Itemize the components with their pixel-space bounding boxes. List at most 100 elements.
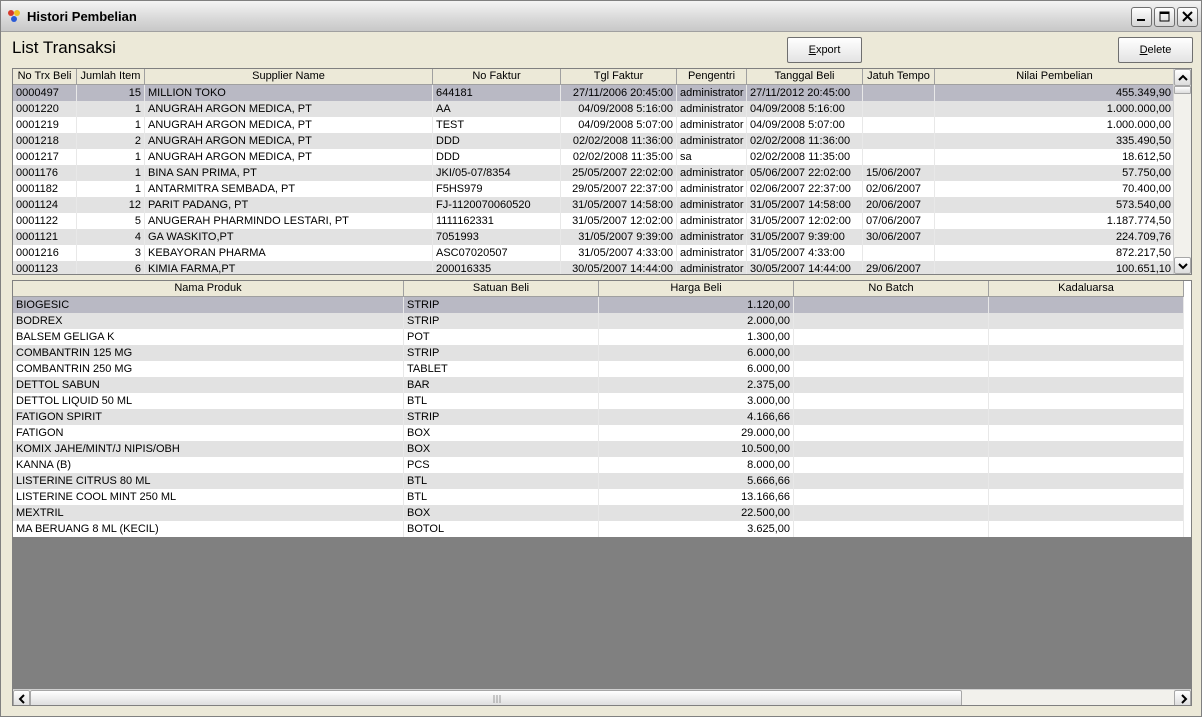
transactions-table[interactable]: No Trx Beli Jumlah Item Supplier Name No Fa… bbox=[12, 68, 1192, 275]
maximize-button[interactable] bbox=[1154, 7, 1175, 27]
transaction-cell: PARIT PADANG, PT bbox=[145, 197, 433, 213]
transaction-row[interactable]: 0001176 1 BINA SAN PRIMA, PT JKI/05-07/8354… bbox=[13, 165, 1175, 181]
product-cell: COMBANTRIN 125 MG bbox=[13, 345, 404, 361]
transaction-column-header[interactable]: No Faktur bbox=[433, 69, 561, 85]
delete-button[interactable]: Delete bbox=[1118, 37, 1193, 63]
product-row[interactable]: KANNA (B) PCS 8.000,00 bbox=[13, 457, 1184, 473]
transaction-cell: 1.187.774,50 bbox=[935, 213, 1175, 229]
product-cell: 22.500,00 bbox=[599, 505, 794, 521]
transaction-cell: 02/02/2008 11:35:00 bbox=[561, 149, 677, 165]
transaction-row[interactable]: 0001216 3 KEBAYORAN PHARMA ASC07020507 31/05… bbox=[13, 245, 1175, 261]
product-cell: STRIP bbox=[404, 409, 599, 425]
transaction-row[interactable]: 0001124 12 PARIT PADANG, PT FJ-112007006052… bbox=[13, 197, 1175, 213]
product-row[interactable]: DETTOL SABUN BAR 2.375,00 bbox=[13, 377, 1184, 393]
transaction-row[interactable]: 0001122 5 ANUGERAH PHARMINDO LESTARI, PT 11… bbox=[13, 213, 1175, 229]
arrow-up-icon bbox=[1178, 74, 1188, 81]
transaction-cell: 5 bbox=[77, 213, 145, 229]
product-row[interactable]: BODREX STRIP 2.000,00 bbox=[13, 313, 1184, 329]
transaction-row[interactable]: 0001218 2 ANUGRAH ARGON MEDICA, PT DDD 02/02… bbox=[13, 133, 1175, 149]
transaction-cell: administrator bbox=[677, 213, 747, 229]
product-column-header[interactable]: Satuan Beli bbox=[404, 281, 599, 297]
transaction-cell: 07/06/2007 bbox=[863, 213, 935, 229]
transaction-cell: 1 bbox=[77, 101, 145, 117]
product-cell bbox=[794, 345, 989, 361]
scroll-right-button[interactable] bbox=[1174, 690, 1191, 705]
transaction-cell: administrator bbox=[677, 245, 747, 261]
transaction-cell: 31/05/2007 14:58:00 bbox=[561, 197, 677, 213]
transaction-row[interactable]: 0001220 1 ANUGRAH ARGON MEDICA, PT AA 04/09/… bbox=[13, 101, 1175, 117]
transaction-cell: 31/05/2007 9:39:00 bbox=[747, 229, 863, 245]
transaction-row[interactable]: 0000497 15 MILLION TOKO 644181 27/11/2006 20… bbox=[13, 85, 1175, 101]
product-cell: BOX bbox=[404, 425, 599, 441]
minimize-button[interactable] bbox=[1131, 7, 1152, 27]
product-row[interactable]: BIOGESIC STRIP 1.120,00 bbox=[13, 297, 1184, 313]
product-cell bbox=[794, 393, 989, 409]
product-row[interactable]: COMBANTRIN 125 MG STRIP 6.000,00 bbox=[13, 345, 1184, 361]
empty-grid-area bbox=[13, 537, 1191, 689]
transaction-cell: ANUGERAH PHARMINDO LESTARI, PT bbox=[145, 213, 433, 229]
transaction-column-header[interactable]: Jumlah Item bbox=[77, 69, 145, 85]
transaction-cell: 30/05/2007 14:44:00 bbox=[561, 261, 677, 274]
transaction-cell: 29/06/2007 bbox=[863, 261, 935, 274]
transaction-row[interactable]: 0001182 1 ANTARMITRA SEMBADA, PT F5HS979 29/… bbox=[13, 181, 1175, 197]
product-row[interactable]: FATIGON BOX 29.000,00 bbox=[13, 425, 1184, 441]
product-cell bbox=[794, 505, 989, 521]
product-cell: MA BERUANG 8 ML (KECIL) bbox=[13, 521, 404, 537]
transaction-cell: administrator bbox=[677, 165, 747, 181]
transaction-cell: 31/05/2007 12:02:00 bbox=[561, 213, 677, 229]
products-horizontal-scrollbar[interactable] bbox=[13, 689, 1191, 705]
transaction-column-header[interactable]: No Trx Beli bbox=[13, 69, 77, 85]
transaction-cell: 30/05/2007 14:44:00 bbox=[747, 261, 863, 274]
transaction-cell: ANTARMITRA SEMBADA, PT bbox=[145, 181, 433, 197]
product-cell bbox=[989, 489, 1184, 505]
products-table[interactable]: Nama Produk Satuan Beli Harga Beli No Batch… bbox=[12, 280, 1192, 706]
transaction-row[interactable]: 0001217 1 ANUGRAH ARGON MEDICA, PT DDD 02/02… bbox=[13, 149, 1175, 165]
transaction-row[interactable]: 0001121 4 GA WASKITO,PT 7051993 31/05/2007 9… bbox=[13, 229, 1175, 245]
transaction-cell: 15 bbox=[77, 85, 145, 101]
product-row[interactable]: KOMIX JAHE/MINT/J NIPIS/OBH BOX 10.500,00 bbox=[13, 441, 1184, 457]
products-header: Nama Produk Satuan Beli Harga Beli No Batch… bbox=[13, 281, 1184, 297]
product-row[interactable]: DETTOL LIQUID 50 ML BTL 3.000,00 bbox=[13, 393, 1184, 409]
product-cell bbox=[989, 297, 1184, 313]
scroll-thumb[interactable] bbox=[1174, 86, 1191, 94]
transaction-column-header[interactable]: Supplier Name bbox=[145, 69, 433, 85]
scroll-down-button[interactable] bbox=[1174, 257, 1191, 274]
product-row[interactable]: COMBANTRIN 250 MG TABLET 6.000,00 bbox=[13, 361, 1184, 377]
product-column-header[interactable]: No Batch bbox=[794, 281, 989, 297]
product-row[interactable]: LISTERINE CITRUS 80 ML BTL 5.666,66 bbox=[13, 473, 1184, 489]
scroll-left-button[interactable] bbox=[13, 690, 30, 705]
transaction-cell: ANUGRAH ARGON MEDICA, PT bbox=[145, 101, 433, 117]
close-button[interactable] bbox=[1177, 7, 1198, 27]
transaction-column-header[interactable]: Nilai Pembelian bbox=[935, 69, 1175, 85]
transaction-column-header[interactable]: Tgl Faktur bbox=[561, 69, 677, 85]
transaction-column-header[interactable]: Tanggal Beli bbox=[747, 69, 863, 85]
product-row[interactable]: FATIGON SPIRIT STRIP 4.166,66 bbox=[13, 409, 1184, 425]
transaction-row[interactable]: 0001123 6 KIMIA FARMA,PT 200016335 30/05/200… bbox=[13, 261, 1175, 274]
product-cell: 6.000,00 bbox=[599, 361, 794, 377]
product-cell: LISTERINE COOL MINT 250 ML bbox=[13, 489, 404, 505]
transaction-cell: 70.400,00 bbox=[935, 181, 1175, 197]
product-column-header[interactable]: Harga Beli bbox=[599, 281, 794, 297]
export-button[interactable]: Export bbox=[787, 37, 862, 63]
scroll-thumb-horizontal[interactable] bbox=[30, 690, 962, 705]
product-row[interactable]: BALSEM GELIGA K POT 1.300,00 bbox=[13, 329, 1184, 345]
transaction-cell: 4 bbox=[77, 229, 145, 245]
transaction-cell: 335.490,50 bbox=[935, 133, 1175, 149]
title-bar[interactable]: Histori Pembelian bbox=[1, 1, 1201, 32]
product-cell bbox=[989, 505, 1184, 521]
product-cell: 1.120,00 bbox=[599, 297, 794, 313]
scroll-up-button[interactable] bbox=[1174, 69, 1191, 86]
transaction-column-header[interactable]: Jatuh Tempo bbox=[863, 69, 935, 85]
product-cell: BAR bbox=[404, 377, 599, 393]
product-row[interactable]: MEXTRIL BOX 22.500,00 bbox=[13, 505, 1184, 521]
transaction-cell: 04/09/2008 5:16:00 bbox=[747, 101, 863, 117]
transaction-cell: DDD bbox=[433, 133, 561, 149]
product-column-header[interactable]: Nama Produk bbox=[13, 281, 404, 297]
transactions-vertical-scrollbar[interactable] bbox=[1173, 69, 1191, 274]
transaction-cell: DDD bbox=[433, 149, 561, 165]
product-column-header[interactable]: Kadaluarsa bbox=[989, 281, 1184, 297]
product-row[interactable]: LISTERINE COOL MINT 250 ML BTL 13.166,66 bbox=[13, 489, 1184, 505]
transaction-column-header[interactable]: Pengentri bbox=[677, 69, 747, 85]
transaction-row[interactable]: 0001219 1 ANUGRAH ARGON MEDICA, PT TEST 04/0… bbox=[13, 117, 1175, 133]
product-row[interactable]: MA BERUANG 8 ML (KECIL) BOTOL 3.625,00 bbox=[13, 521, 1184, 537]
